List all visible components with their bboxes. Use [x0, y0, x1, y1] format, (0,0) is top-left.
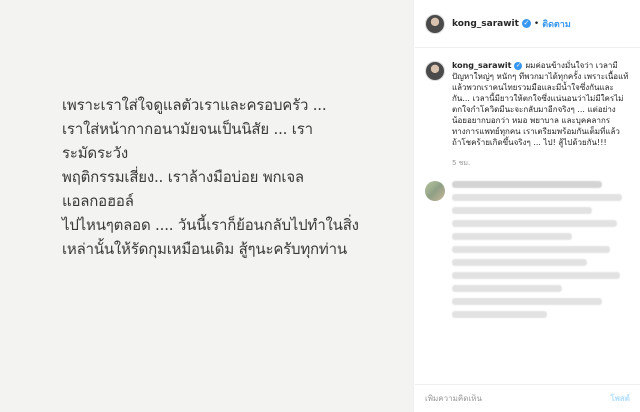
caption-text: kong_sarawit ✓ ผมค่อนข้างมั่นใจว่า เวลามีป… [452, 60, 630, 148]
comment-avatar[interactable] [425, 181, 445, 201]
separator-dot: • [533, 18, 540, 29]
comment-input[interactable] [425, 394, 575, 403]
caption-avatar[interactable] [425, 61, 445, 81]
comment-bar: โพสต์ [415, 384, 640, 412]
header-username[interactable]: kong_sarawit [452, 19, 519, 29]
caption-username[interactable]: kong_sarawit [452, 61, 511, 70]
avatar[interactable] [425, 13, 445, 34]
post-header: kong_sarawit ✓ • ติดตาม [415, 0, 640, 48]
caption-content: ผมค่อนข้างมั่นใจว่า เวลามีปัญหาใหญ่ๆ หนั… [452, 61, 629, 147]
comment-blurred-text [452, 181, 630, 324]
verified-icon: ✓ [521, 19, 531, 28]
caption: kong_sarawit ✓ ผมค่อนข้างมั่นใจว่า เวลามีป… [415, 48, 640, 169]
caption-verified-icon: ✓ [514, 61, 523, 70]
post-timestamp[interactable]: 5 ชม. [452, 158, 630, 169]
follow-button[interactable]: ติดตาม [542, 17, 571, 31]
comment-item [415, 181, 640, 324]
post-image-text: เพราะเราใส่ใจดูแลตัวเราและครอบครัว ... เ… [62, 96, 359, 258]
post-sidebar: kong_sarawit ✓ • ติดตาม kong_sarawit ✓ ผมค… [415, 0, 640, 412]
post-comment-button[interactable]: โพสต์ [610, 392, 630, 405]
post-image[interactable]: เพราะเราใส่ใจดูแลตัวเราและครอบครัว ... เ… [0, 0, 414, 412]
caption-body: kong_sarawit ✓ ผมค่อนข้างมั่นใจว่า เวลามีป… [452, 60, 630, 169]
